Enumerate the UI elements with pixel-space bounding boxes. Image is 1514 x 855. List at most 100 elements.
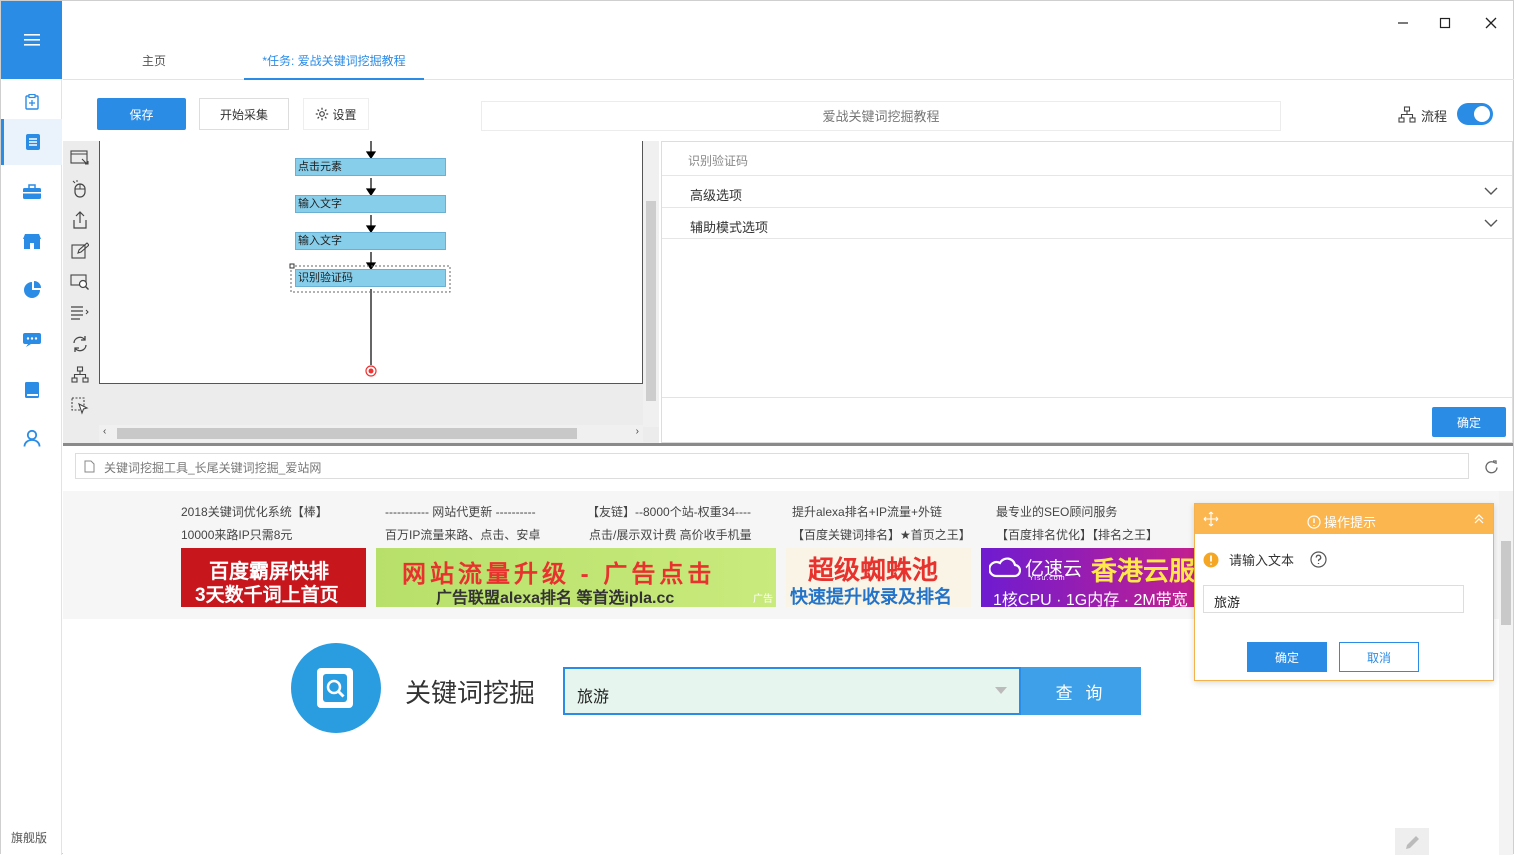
- move-icon[interactable]: [1203, 511, 1219, 527]
- warning-icon: [1203, 552, 1219, 567]
- tool-loop-list[interactable]: [65, 298, 95, 328]
- ad-banner[interactable]: 超级蜘蛛池 快速提升收录及排名: [786, 548, 971, 607]
- list-icon: [71, 306, 89, 320]
- web-vscrollbar[interactable]: [1499, 491, 1513, 855]
- rail-store[interactable]: [1, 218, 62, 264]
- info-icon: [1307, 514, 1321, 529]
- ad-banner[interactable]: 百度霸屏快排 3天数千词上首页: [181, 548, 366, 607]
- flow-canvas[interactable]: 点击元素 输入文字 输入文字 识别验证码: [99, 141, 643, 384]
- banner-headline: 香港云服: [1091, 556, 1195, 586]
- scroll-thumb[interactable]: [646, 201, 656, 401]
- panel-splitter[interactable]: [63, 443, 1513, 446]
- ad-tag: 广告: [753, 594, 773, 605]
- keyword-tool-title: 关键词挖掘: [405, 678, 536, 708]
- tool-extract[interactable]: [65, 205, 95, 235]
- ad-link[interactable]: 最专业的SEO顾问服务: [996, 503, 1117, 520]
- ad-link[interactable]: 10000来路IP只需8元: [181, 526, 292, 543]
- maximize-button[interactable]: [1433, 11, 1457, 35]
- tip-ok-button[interactable]: 确定: [1247, 642, 1327, 672]
- close-button[interactable]: [1479, 11, 1503, 35]
- rail-user[interactable]: [1, 415, 62, 461]
- flow-icon: [1398, 106, 1416, 123]
- tool-captcha[interactable]: [65, 267, 95, 297]
- rail-book[interactable]: [1, 367, 62, 413]
- rail-chart[interactable]: [1, 267, 62, 313]
- flow-label: 流程: [1421, 108, 1448, 124]
- settings-button[interactable]: 设置: [303, 98, 369, 130]
- banner-subline: 1核CPU · 1G内存 · 2M带宽: [993, 592, 1188, 607]
- tip-text-input[interactable]: 旅游: [1203, 585, 1464, 613]
- ad-banner[interactable]: 网站流量升级 - 广告点击 广告联盟alexa排名 等首选ipla.cc 广告: [376, 548, 776, 607]
- ad-link[interactable]: 2018关键词优化系统【棒】: [181, 503, 328, 520]
- tip-header[interactable]: 操作提示: [1195, 504, 1493, 534]
- ad-link[interactable]: 【百度关键词排名】★首页之王】: [792, 526, 971, 543]
- canvas-vscrollbar[interactable]: [643, 141, 659, 427]
- task-title-field[interactable]: 爱战关键词挖掘教程: [481, 101, 1281, 131]
- left-rail: 旗舰版: [1, 1, 62, 855]
- dropdown-arrow-icon[interactable]: [995, 687, 1007, 694]
- flow-node[interactable]: 点击元素: [295, 158, 446, 176]
- ad-link[interactable]: 提升alexa排名+IP流量+外链: [792, 503, 942, 520]
- reload-button[interactable]: [1481, 457, 1501, 477]
- ad-link[interactable]: 【友链】--8000个站-权重34----: [587, 503, 751, 520]
- advanced-options-row[interactable]: 高级选项: [662, 175, 1512, 207]
- props-ok-button[interactable]: 确定: [1432, 407, 1506, 437]
- keyword-tool-logo: [291, 643, 381, 733]
- assist-mode-row[interactable]: 辅助模式选项: [662, 207, 1512, 239]
- ad-link[interactable]: 百万IP流量来路、点击、安卓: [385, 526, 540, 543]
- scroll-left-icon[interactable]: ‹: [103, 426, 106, 437]
- help-icon[interactable]: [1310, 551, 1327, 568]
- keyword-input[interactable]: 旅游: [563, 667, 1021, 715]
- rail-message[interactable]: [1, 317, 62, 363]
- tool-select[interactable]: [65, 391, 95, 421]
- edit-icon: [71, 242, 89, 259]
- book-icon: [24, 382, 39, 398]
- rail-task-list[interactable]: [1, 119, 62, 165]
- scroll-thumb[interactable]: [117, 428, 577, 439]
- flow-toggle-label: 流程: [1398, 104, 1447, 126]
- toolbox-icon: [22, 184, 41, 199]
- message-icon: [22, 333, 41, 347]
- menu-button[interactable]: [1, 1, 62, 79]
- tool-branch[interactable]: [65, 360, 95, 390]
- banner-headline: 超级蜘蛛池: [808, 555, 939, 585]
- ad-link[interactable]: 【百度排名优化】【排名之王】: [996, 526, 1158, 543]
- tool-input-text[interactable]: [65, 236, 95, 266]
- start-collect-button[interactable]: 开始采集: [199, 98, 289, 130]
- operation-tip-dialog: 操作提示 请输入文本 旅游 确定 取消: [1194, 503, 1494, 681]
- collapse-icon[interactable]: [1473, 513, 1485, 525]
- tab-home[interactable]: 主页: [119, 41, 189, 80]
- canvas-hscrollbar[interactable]: ‹ ›: [99, 425, 643, 442]
- keyword-input-value: 旅游: [577, 689, 610, 706]
- scroll-right-icon[interactable]: ›: [636, 426, 639, 437]
- ad-banner[interactable]: 亿速云 Yisu.com 香港云服 1核CPU · 1G内存 · 2M带宽: [981, 548, 1195, 607]
- scroll-thumb[interactable]: [1501, 541, 1511, 625]
- banner-subline: 3天数千词上首页: [195, 585, 339, 606]
- banner-subline: 快速提升收录及排名: [790, 587, 952, 607]
- flow-node[interactable]: 输入文字: [295, 195, 446, 213]
- banner-subline: 广告联盟alexa排名 等首选ipla.cc: [436, 590, 675, 607]
- maximize-icon: [1439, 17, 1451, 29]
- ad-link[interactable]: ----------- 网站代更新 ----------: [385, 503, 536, 520]
- upload-icon: [73, 211, 87, 229]
- query-button[interactable]: 查 询: [1021, 667, 1141, 715]
- edit-pen-button[interactable]: [1395, 828, 1429, 855]
- rail-toolbox[interactable]: [1, 169, 62, 215]
- url-bar[interactable]: 关键词挖掘工具_长尾关键词挖掘_爱站网: [75, 453, 1469, 479]
- tool-open-page[interactable]: [65, 143, 95, 173]
- tool-loop[interactable]: [65, 329, 95, 359]
- tool-click[interactable]: [65, 174, 95, 204]
- save-button[interactable]: 保存: [97, 98, 186, 130]
- page-icon: [84, 460, 95, 473]
- gear-icon: [316, 107, 329, 121]
- tab-task[interactable]: *任务: 爱战关键词挖掘教程: [244, 41, 424, 80]
- flow-toggle[interactable]: [1457, 103, 1493, 125]
- flow-node[interactable]: 输入文字: [295, 232, 446, 250]
- props-divider: [662, 397, 1512, 398]
- minimize-button[interactable]: [1391, 11, 1415, 35]
- menu-icon: [23, 34, 40, 46]
- tip-cancel-button[interactable]: 取消: [1339, 642, 1419, 672]
- tip-message: 请输入文本: [1229, 553, 1295, 568]
- ad-link[interactable]: 点击/展示双计费 高价收手机量: [589, 526, 752, 543]
- flow-node-selected[interactable]: 识别验证码: [295, 269, 446, 287]
